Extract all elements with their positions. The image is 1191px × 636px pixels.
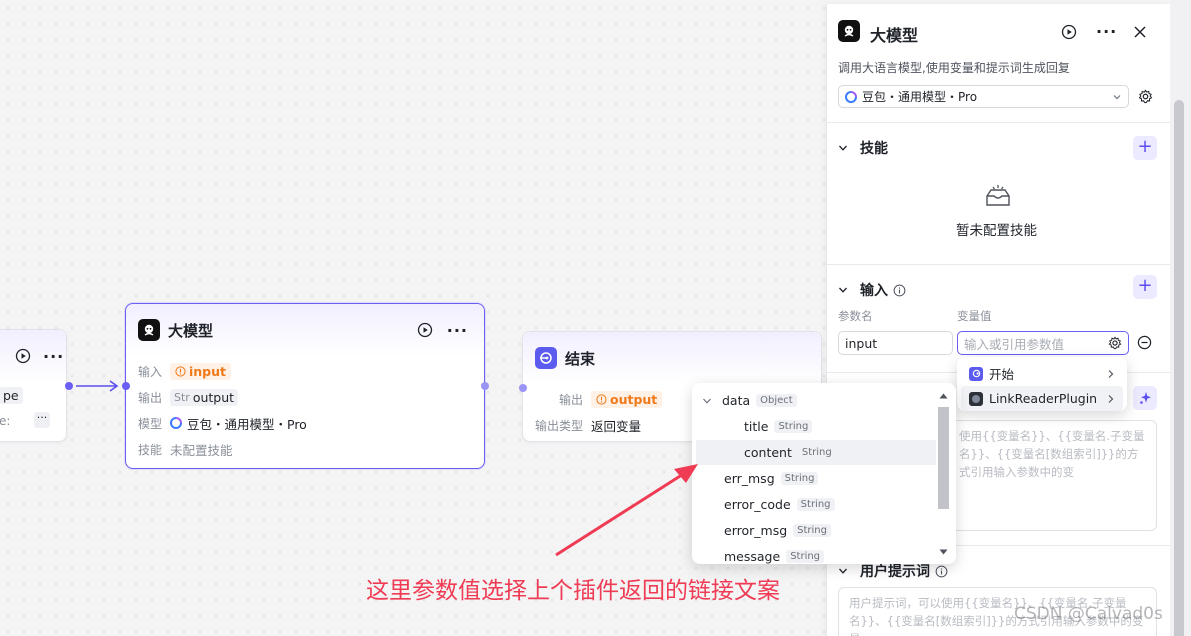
doubao-logo-icon <box>170 417 182 429</box>
watermark: CSDN @Calvad0s <box>1014 604 1163 624</box>
end-output-label: 输出 <box>559 392 584 407</box>
tree-row-title[interactable]: title String <box>744 414 934 439</box>
skills-section-header[interactable]: 技能 <box>838 138 888 158</box>
panel-run-icon[interactable] <box>1061 24 1077 40</box>
tree-row-err-msg[interactable]: err_msg String <box>724 466 934 491</box>
llm-node-title: 大模型 <box>168 321 214 340</box>
chevron-down-icon <box>839 568 847 574</box>
doubao-logo-icon <box>845 90 857 103</box>
llm-input-port[interactable] <box>122 382 130 390</box>
menu-item-link-reader-plugin[interactable]: LinkReaderPlugin <box>961 386 1123 411</box>
add-skill-button[interactable]: + <box>1133 136 1157 160</box>
warning-icon <box>175 365 186 377</box>
end-node-title: 结束 <box>565 349 596 368</box>
run-icon[interactable] <box>417 322 433 338</box>
col-param-label: 参数名 <box>838 309 873 323</box>
tree-row-message[interactable]: message String <box>724 544 934 564</box>
partial-label: e: <box>0 414 11 428</box>
end-logo-icon <box>535 347 557 369</box>
annotation-text: 这里参数值选择上个插件返回的链接文案 <box>366 578 780 604</box>
variable-source-menu: 开始 LinkReaderPlugin <box>957 357 1127 411</box>
info-icon[interactable] <box>893 284 906 297</box>
user-prompt-section-header[interactable]: 用户提示词 <box>838 561 948 581</box>
menu-item-start[interactable]: 开始 <box>961 361 1123 386</box>
more-icon[interactable]: ··· <box>447 321 468 340</box>
llm-node[interactable]: 大模型 ··· 输入 input 输出 Str output 模型 豆包・通用模型… <box>125 303 485 469</box>
input-label: 输入 <box>138 364 163 379</box>
panel-title: 大模型 <box>870 26 919 45</box>
divider <box>826 264 1170 265</box>
input-title: 输入 <box>860 283 888 299</box>
col-value-label: 变量值 <box>957 309 992 323</box>
param-value-input[interactable]: 输入或引用参数值 <box>957 331 1129 355</box>
input-tag: input <box>170 362 232 380</box>
model-label: 模型 <box>138 416 163 431</box>
end-input-port[interactable] <box>519 384 527 392</box>
tree-row-error-code[interactable]: error_code String <box>724 492 934 517</box>
panel-scrollbar-thumb[interactable] <box>1174 100 1184 636</box>
tree-row-data[interactable]: data Object <box>702 388 934 413</box>
panel-more-icon[interactable]: ··· <box>1096 22 1117 41</box>
plugin-icon <box>969 391 983 406</box>
chevron-down-icon[interactable] <box>702 396 712 406</box>
model-settings-icon[interactable] <box>1138 89 1153 104</box>
prompt-ai-icon[interactable] <box>1133 386 1157 410</box>
warning-icon <box>596 393 607 405</box>
scroll-down-icon[interactable] <box>939 549 948 555</box>
param-name-input[interactable]: input <box>838 331 953 355</box>
chevron-down-icon <box>1113 94 1121 99</box>
divider <box>826 122 1170 123</box>
start-icon <box>969 366 983 381</box>
more-icon[interactable]: ··· <box>43 347 64 366</box>
info-icon[interactable] <box>935 565 948 578</box>
panel-description: 调用大语言模型,使用变量和提示词生成回复 <box>838 61 1070 75</box>
input-section-header[interactable]: 输入 <box>838 280 906 300</box>
panel-close-icon[interactable] <box>1134 26 1146 38</box>
chevron-down-icon <box>839 145 847 151</box>
panel-llm-logo-icon <box>838 20 860 42</box>
chevron-down-icon <box>839 287 847 293</box>
start-node-partial[interactable]: ··· pe e: ··· <box>0 329 67 442</box>
empty-box-icon <box>986 185 1010 206</box>
skill-label: 技能 <box>138 442 163 457</box>
more-small-icon[interactable]: ··· <box>34 412 50 428</box>
skill-value: 未配置技能 <box>170 442 233 458</box>
remove-input-icon[interactable] <box>1137 335 1152 350</box>
add-input-button[interactable]: + <box>1133 275 1157 299</box>
model-value: 豆包・通用模型・Pro <box>187 416 307 432</box>
tree-row-content[interactable]: content String <box>696 440 936 465</box>
edge-arrow <box>76 380 119 392</box>
end-output-type-value: 返回变量 <box>591 418 642 434</box>
settings-icon[interactable] <box>1108 336 1122 350</box>
end-output-tag: output <box>591 390 663 408</box>
user-prompt-title: 用户提示词 <box>860 564 930 580</box>
run-icon[interactable] <box>15 348 31 364</box>
chevron-right-icon <box>1108 369 1114 378</box>
plugin-output-tree: data Object title String content String err… <box>692 383 956 564</box>
chevron-right-icon <box>1108 394 1114 403</box>
scroll-up-icon[interactable] <box>939 393 948 399</box>
model-select-value: 豆包・通用模型・Pro <box>862 90 978 104</box>
skills-title: 技能 <box>860 141 888 157</box>
output-tag: Str output <box>170 388 239 406</box>
annotation-arrow <box>555 464 698 557</box>
llm-logo-icon <box>138 319 160 341</box>
skills-empty-text: 暂未配置技能 <box>956 223 1037 239</box>
tree-row-error-msg[interactable]: error_msg String <box>724 518 934 543</box>
model-select[interactable]: 豆包・通用模型・Pro <box>838 85 1129 108</box>
tree-scrollbar[interactable] <box>937 387 951 560</box>
llm-output-port[interactable] <box>481 382 489 390</box>
output-type-tag: pe <box>0 387 23 404</box>
tree-scrollbar-thumb[interactable] <box>938 407 949 509</box>
output-label: 输出 <box>138 390 163 405</box>
end-output-type-label: 输出类型 <box>535 418 584 433</box>
